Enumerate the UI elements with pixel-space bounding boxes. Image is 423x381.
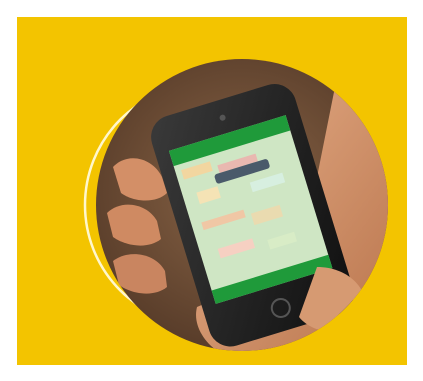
illustration	[17, 17, 407, 365]
yellow-panel	[17, 17, 407, 365]
